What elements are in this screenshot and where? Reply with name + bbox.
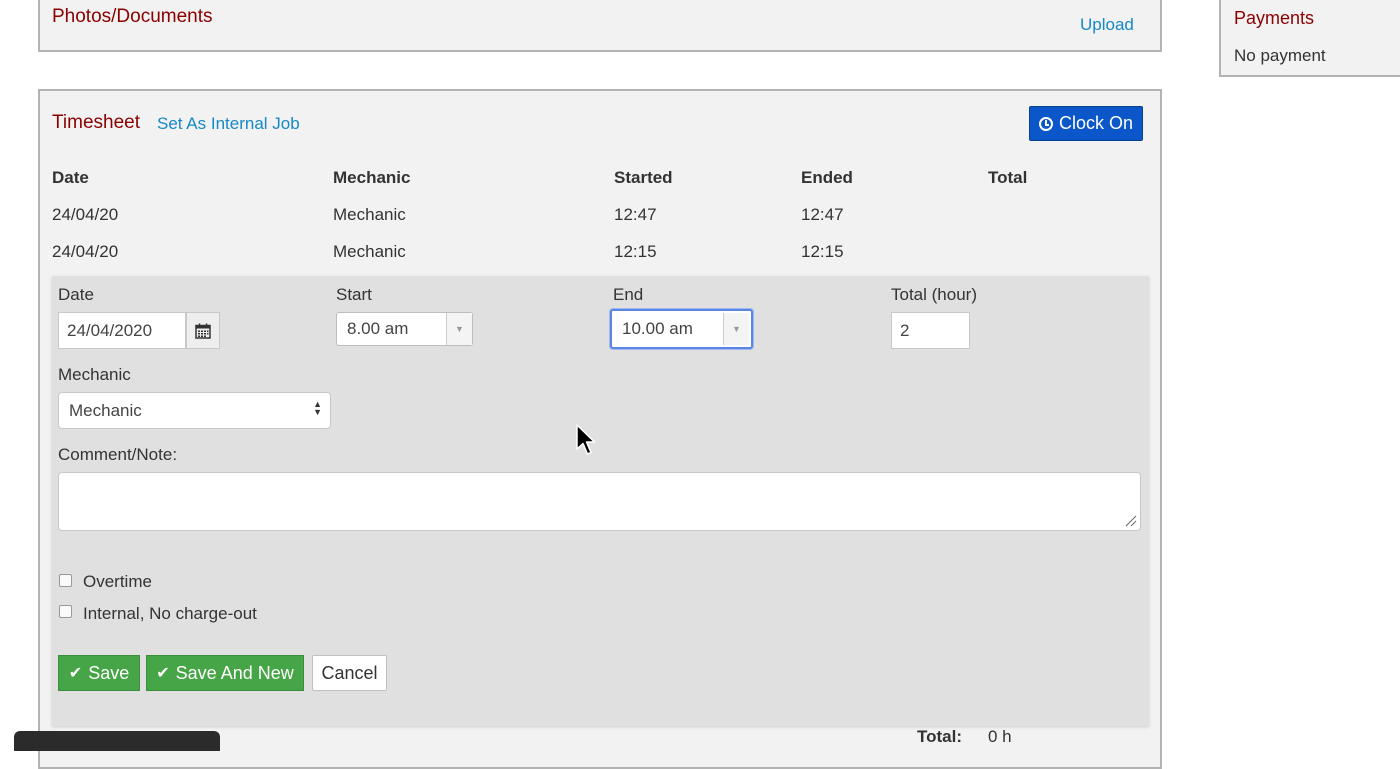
row-date: 24/04/20 bbox=[52, 242, 119, 261]
total-hour-label: Total (hour) bbox=[891, 285, 977, 304]
chevron-down-icon: ▼ bbox=[446, 313, 472, 345]
row-date: 24/04/20 bbox=[52, 205, 119, 224]
timesheet-title: Timesheet bbox=[52, 112, 140, 133]
start-time-value: 8.00 am bbox=[347, 319, 409, 338]
clock-on-button[interactable]: Clock On bbox=[1029, 106, 1143, 141]
overtime-label: Overtime bbox=[83, 572, 152, 591]
chevron-down-icon: ▼ bbox=[723, 313, 749, 345]
start-time-select[interactable]: 8.00 am ▼ bbox=[336, 312, 473, 346]
mechanic-label: Mechanic bbox=[58, 365, 131, 384]
row-mechanic: Mechanic bbox=[333, 242, 406, 261]
save-and-new-button-label: Save And New bbox=[175, 662, 294, 683]
row-ended: 12:15 bbox=[801, 242, 844, 261]
mouse-cursor-icon bbox=[576, 424, 596, 455]
comment-textarea[interactable] bbox=[58, 472, 1141, 531]
save-button[interactable]: ✔ Save bbox=[58, 655, 140, 691]
column-header-total: Total bbox=[988, 168, 1028, 187]
column-header-mechanic: Mechanic bbox=[333, 168, 411, 187]
footer-total-label: Total: bbox=[917, 727, 963, 746]
set-internal-job-link[interactable]: Set As Internal Job bbox=[157, 114, 300, 134]
clock-icon bbox=[1038, 116, 1053, 131]
comment-label: Comment/Note: bbox=[58, 445, 178, 464]
end-time-value: 10.00 am bbox=[622, 319, 693, 338]
column-header-date: Date bbox=[52, 168, 89, 187]
cancel-button[interactable]: Cancel bbox=[312, 655, 387, 691]
date-label: Date bbox=[58, 285, 94, 304]
internal-no-charge-checkbox[interactable] bbox=[59, 605, 72, 618]
mechanic-select[interactable]: Mechanic ▲ ▼ bbox=[58, 392, 331, 429]
row-started: 12:15 bbox=[614, 242, 657, 261]
row-mechanic: Mechanic bbox=[333, 205, 406, 224]
column-header-started: Started bbox=[614, 168, 673, 187]
save-and-new-button[interactable]: ✔ Save And New bbox=[146, 655, 304, 691]
end-time-select[interactable]: 10.00 am ▼ bbox=[610, 309, 753, 349]
overtime-checkbox[interactable] bbox=[59, 574, 72, 587]
footer-total-value: 0 h bbox=[988, 727, 1012, 746]
internal-no-charge-label: Internal, No charge-out bbox=[83, 604, 257, 623]
photos-documents-panel: Photos/Documents Upload bbox=[38, 0, 1162, 52]
photos-documents-title: Photos/Documents bbox=[52, 6, 213, 27]
column-header-ended: Ended bbox=[801, 168, 853, 187]
date-input[interactable]: 24/04/2020 bbox=[58, 312, 186, 349]
end-label: End bbox=[613, 285, 644, 304]
row-ended: 12:47 bbox=[801, 205, 844, 224]
resize-grip-icon[interactable] bbox=[1125, 515, 1137, 527]
payments-title: Payments bbox=[1234, 8, 1315, 28]
timesheet-entry-form: Date 24/04/2020 Start 8.00 am ▼ End 10.0… bbox=[52, 276, 1149, 726]
check-icon: ✔ bbox=[68, 665, 83, 682]
up-down-arrows-icon: ▲ ▼ bbox=[313, 399, 322, 417]
clock-on-label: Clock On bbox=[1058, 113, 1134, 133]
calendar-icon bbox=[195, 323, 211, 339]
timesheet-panel: Timesheet Set As Internal Job Clock On D… bbox=[38, 89, 1162, 769]
upload-link[interactable]: Upload bbox=[1080, 15, 1134, 35]
payments-status: No payment bbox=[1234, 46, 1326, 65]
row-started: 12:47 bbox=[614, 205, 657, 224]
check-icon: ✔ bbox=[156, 665, 170, 682]
save-button-label: Save bbox=[88, 662, 130, 683]
total-hour-input[interactable]: 2 bbox=[891, 312, 970, 349]
bottom-toast-bar bbox=[14, 731, 220, 751]
payments-panel: Payments No payment bbox=[1219, 0, 1400, 77]
mechanic-select-value: Mechanic bbox=[69, 400, 142, 420]
start-label: Start bbox=[336, 285, 372, 304]
calendar-button[interactable] bbox=[186, 312, 220, 349]
